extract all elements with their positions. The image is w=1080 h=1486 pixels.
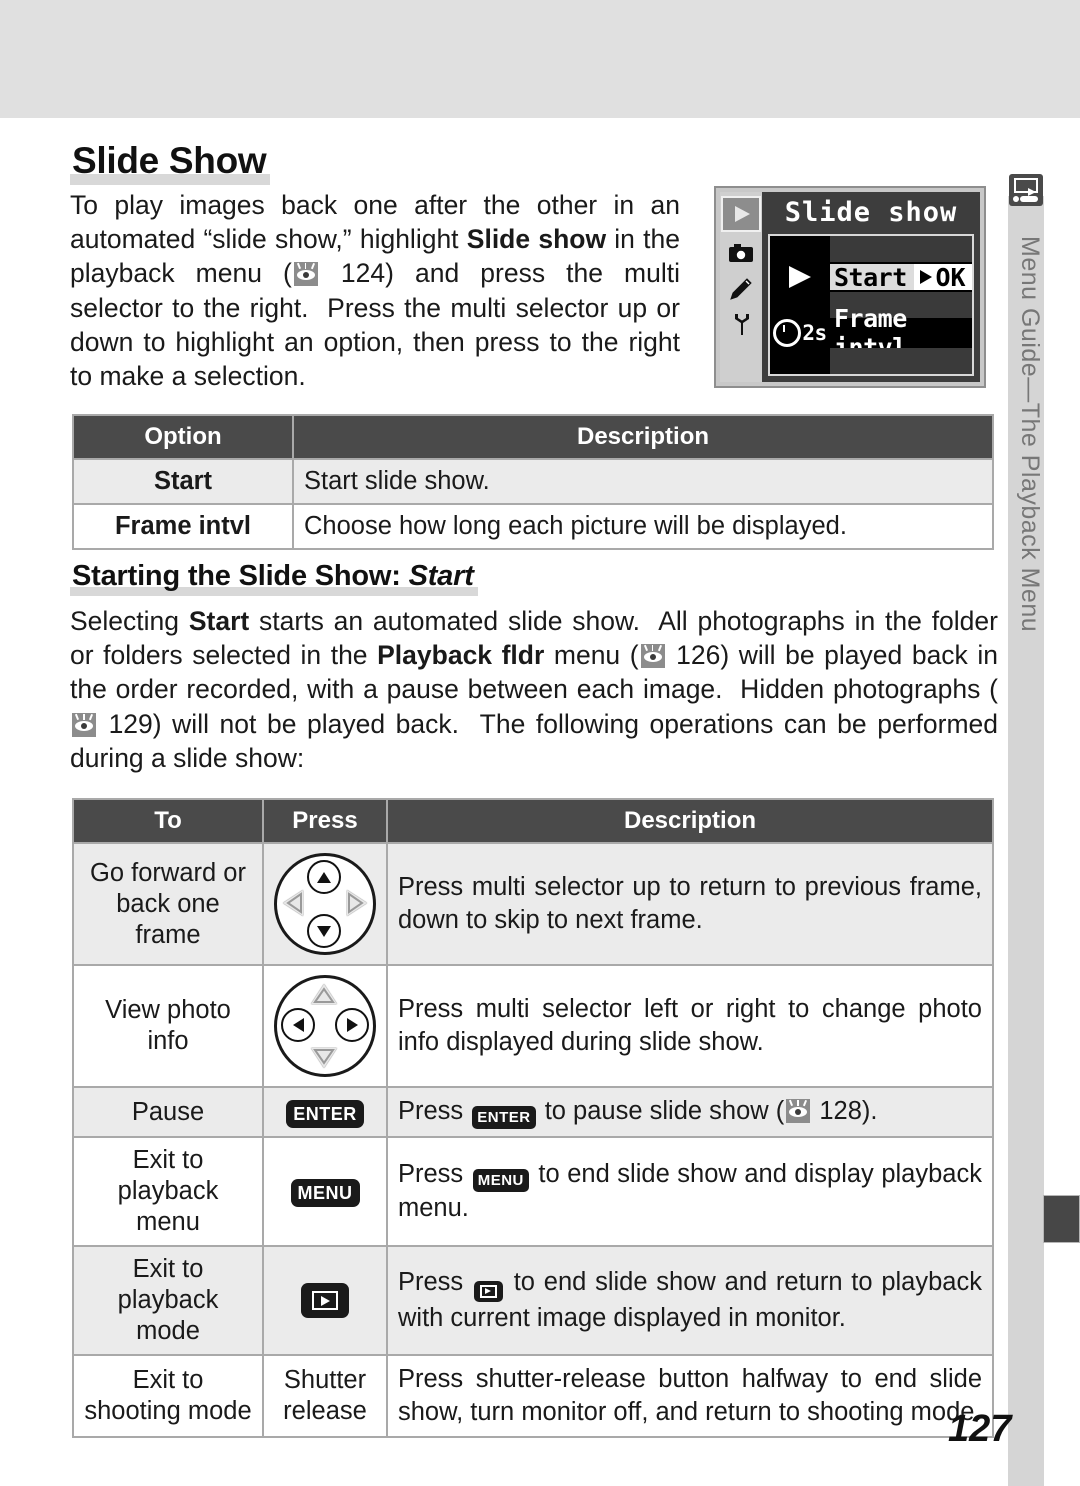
option-name: Frame intvl: [74, 505, 292, 548]
lcd-pencil-icon: [728, 276, 754, 302]
page-ref-eye-icon: [72, 712, 96, 737]
column-header-description: Description: [388, 800, 992, 842]
lcd-playback-tab-icon: [721, 196, 761, 232]
column-header-option: Option: [74, 416, 292, 458]
subsection-title: Starting the Slide Show: Start: [70, 560, 478, 596]
lcd-ok-badge: OK: [914, 263, 972, 292]
enter-button-icon: ENTER: [264, 1088, 386, 1136]
page-ref-eye-icon: [786, 1099, 811, 1123]
operation-label: View photo info: [74, 966, 262, 1086]
menu-button-label: MENU: [290, 1179, 360, 1207]
operation-description: Press to end slide show and return to pl…: [388, 1247, 992, 1354]
operation-label: Pause: [74, 1088, 262, 1136]
enter-button-icon: ENTER: [472, 1106, 536, 1129]
option-name: Start: [74, 460, 292, 503]
column-header-to: To: [74, 800, 262, 842]
enter-button-label: ENTER: [286, 1099, 364, 1128]
operation-label: Go forward or back one frame: [74, 844, 262, 964]
options-table: Option Description Start Start slide sho…: [72, 414, 994, 550]
lcd-item-frame-intvl[interactable]: 2s Frame intvl: [770, 304, 972, 362]
lcd-camera-icon: [728, 240, 754, 266]
subsection-paragraph: Selecting Start starts an automated slid…: [70, 606, 999, 773]
table-row: Frame intvl Choose how long each picture…: [74, 505, 992, 548]
table-row: View photo info Press multi selector lef…: [74, 966, 992, 1086]
table-header-row: To Press Description: [74, 800, 992, 842]
option-description: Choose how long each picture will be dis…: [294, 505, 992, 548]
table-row: Exit to playback menu MENU Press MENU to…: [74, 1138, 992, 1245]
page-ref-eye-icon: [293, 262, 318, 287]
table-row: Exit to shooting mode Shutter release Pr…: [74, 1356, 992, 1436]
operations-table: To Press Description Go forward or back …: [72, 798, 994, 1438]
chapter-tab-marker: [1043, 1195, 1080, 1243]
operation-label: Exit to shooting mode: [74, 1356, 262, 1436]
table-row: Pause ENTER Press ENTER to pause slide s…: [74, 1088, 992, 1136]
lcd-wrench-icon: [728, 312, 754, 338]
operation-description: Press MENU to end slide show and display…: [388, 1138, 992, 1245]
operation-label: Exit to playback menu: [74, 1138, 262, 1245]
table-header-row: Option Description: [74, 416, 992, 458]
operation-description: Press multi selector left or right to ch…: [388, 966, 992, 1086]
intro-paragraph: To play images back one after the other …: [70, 190, 681, 392]
lcd-blank-row: [770, 348, 972, 374]
table-row: Exit to playback mode Press to end slide…: [74, 1247, 992, 1354]
lcd-menu-list: Start OK 2s Frame intvl: [768, 234, 974, 376]
play-triangle-icon: [770, 264, 830, 290]
option-description: Start slide show.: [294, 460, 992, 503]
side-tab-label: Menu Guide—The Playback Menu: [1016, 235, 1044, 633]
shutter-release-label: Shutter release: [264, 1356, 386, 1436]
operation-description: Press ENTER to pause slide show ( 128).: [388, 1088, 992, 1136]
table-row: Go forward or back one frame Press multi…: [74, 844, 992, 964]
operation-description: Press multi selector up to return to pre…: [388, 844, 992, 964]
multi-selector-up-down-icon: [264, 844, 386, 964]
page-ref-eye-icon: [640, 644, 665, 669]
multi-selector-left-right-icon: [264, 966, 386, 1086]
menu-button-icon: MENU: [264, 1138, 386, 1245]
operation-description: Press shutter-release button halfway to …: [388, 1356, 992, 1436]
lcd-blank-row: [770, 236, 972, 262]
operation-label: Exit to playback mode: [74, 1247, 262, 1354]
playback-button-icon: [264, 1247, 386, 1354]
column-header-description: Description: [294, 416, 992, 458]
menu-button-icon: MENU: [472, 1169, 529, 1192]
lcd-title: Slide show: [784, 196, 958, 228]
camera-lcd-screenshot: Slide show Start OK 2s Frame intvl: [714, 186, 986, 388]
page-number: 127: [948, 1408, 1012, 1450]
column-header-press: Press: [264, 800, 386, 842]
table-row: Start Start slide show.: [74, 460, 992, 503]
lcd-menu-sidebar: [720, 192, 762, 382]
page-top-band: [0, 0, 1080, 118]
lcd-item-start[interactable]: Start OK: [770, 263, 972, 292]
page-title: Slide Show: [70, 140, 271, 185]
playback-button-icon: [473, 1280, 503, 1302]
clock-icon: 2s: [770, 319, 830, 347]
